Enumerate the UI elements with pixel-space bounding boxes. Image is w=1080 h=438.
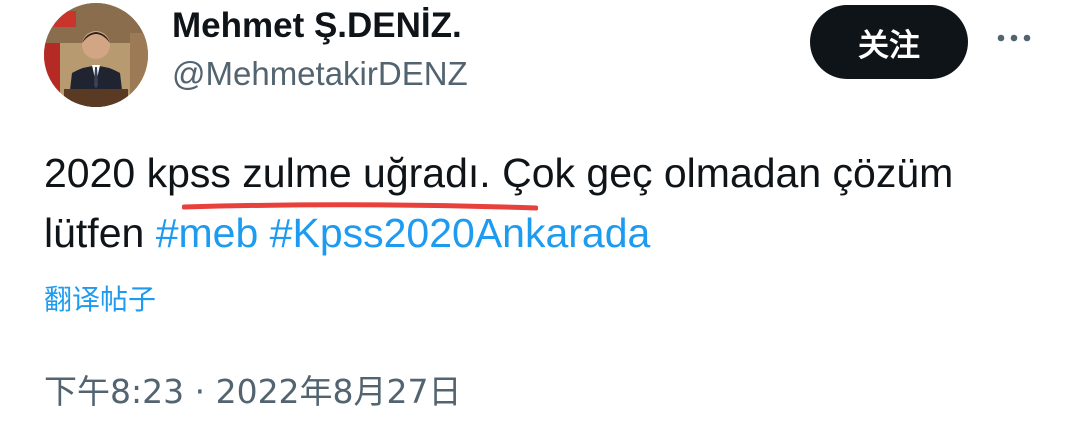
tweet-text: 2020 kpss zulme uğradı. Çok geç olmadan … [44, 143, 1044, 263]
author-handle[interactable]: @MehmetakirDENZ [172, 55, 468, 93]
translate-post-link[interactable]: 翻译帖子 [44, 278, 156, 318]
avatar[interactable] [44, 3, 148, 107]
hashtag-meb[interactable]: #meb [156, 210, 259, 256]
hashtag-kpss2020ankarada[interactable]: #Kpss2020Ankarada [270, 210, 651, 256]
avatar-photo [44, 3, 148, 107]
tweet-card: Mehmet Ş.DENİZ. @MehmetakirDENZ 关注 2020 … [0, 0, 1080, 438]
more-horizontal-icon[interactable] [994, 22, 1034, 54]
tweet-timestamp[interactable]: 下午8:23 · 2022年8月27日 [44, 365, 462, 413]
author-display-name[interactable]: Mehmet Ş.DENİZ. [172, 6, 462, 46]
follow-button[interactable]: 关注 [810, 5, 968, 79]
